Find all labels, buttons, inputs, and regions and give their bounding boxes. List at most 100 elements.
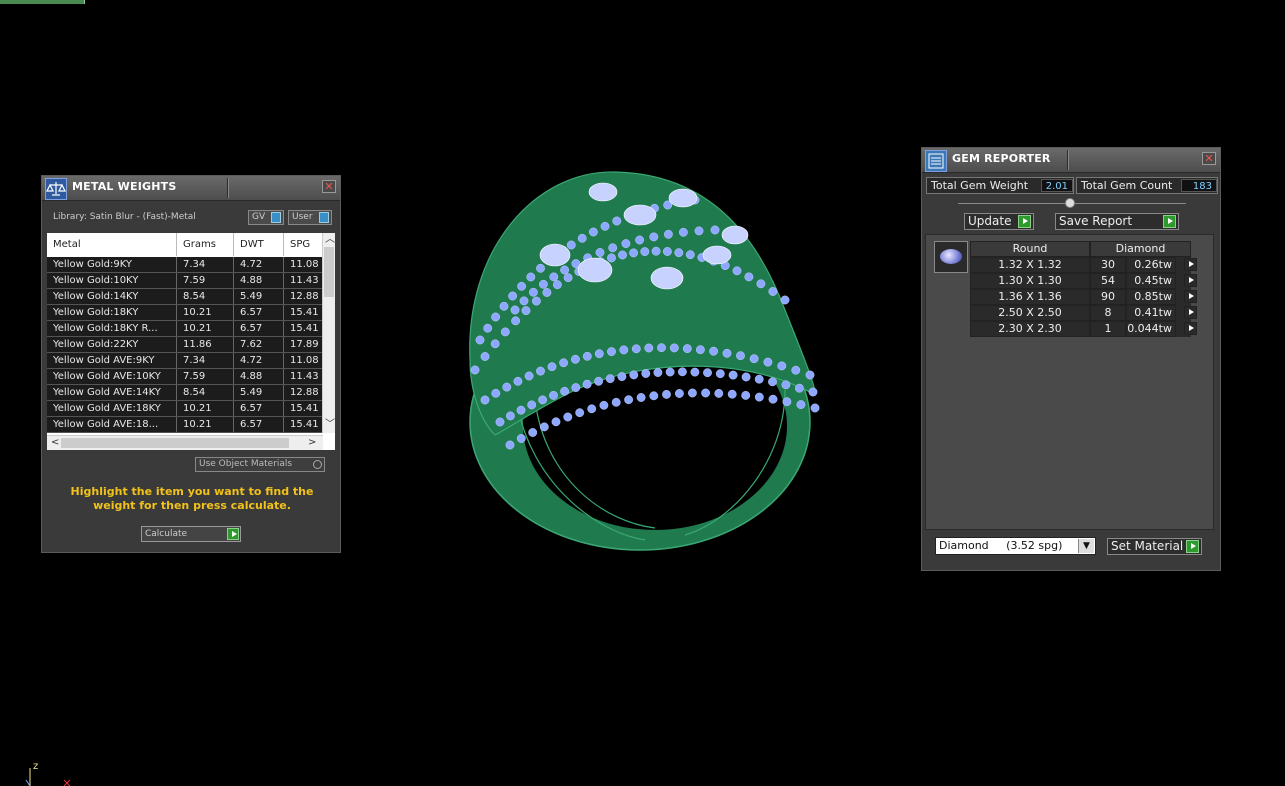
- select-gem-button[interactable]: [1176, 305, 1197, 321]
- play-icon[interactable]: [1186, 540, 1199, 553]
- ring-3d-model[interactable]: [455, 160, 835, 555]
- table-row[interactable]: Yellow Gold AVE:14KY 8.54 5.49 12.88: [47, 385, 329, 401]
- col-grams[interactable]: Grams: [177, 233, 234, 256]
- pave-stone: [560, 265, 570, 275]
- play-icon[interactable]: [1183, 274, 1197, 287]
- pave-stone: [526, 272, 536, 282]
- shape-header: Round: [970, 241, 1090, 257]
- pave-stone: [781, 380, 791, 390]
- scroll-thumb[interactable]: [324, 247, 334, 297]
- pave-stone: [722, 348, 732, 358]
- cell-grams: 10.21: [177, 321, 234, 336]
- material-select[interactable]: Diamond (3.52 spg) ▼: [935, 537, 1096, 555]
- cell-grams: 7.34: [177, 257, 234, 272]
- cell-dwt: 7.62: [234, 337, 284, 352]
- select-gem-button[interactable]: [1176, 257, 1197, 273]
- pave-stone: [619, 345, 629, 355]
- hint-text-body: Highlight the item you want to find the …: [70, 485, 314, 512]
- scroll-up-icon[interactable]: ︿: [325, 234, 335, 246]
- pave-stone: [575, 408, 585, 418]
- calculate-label: Calculate: [145, 529, 188, 539]
- pave-stone: [571, 354, 580, 364]
- close-icon[interactable]: ✕: [322, 180, 336, 193]
- user-toggle[interactable]: User: [288, 210, 332, 225]
- table-row[interactable]: Yellow Gold AVE:9KY 7.34 4.72 11.08: [47, 353, 329, 369]
- pave-stone: [600, 221, 610, 231]
- pave-stone: [791, 365, 801, 375]
- horizontal-scrollbar[interactable]: < >: [47, 435, 323, 450]
- update-button[interactable]: Update: [964, 213, 1034, 230]
- pave-stone: [768, 377, 777, 387]
- pave-stone: [709, 346, 719, 356]
- pave-stone: [491, 388, 501, 398]
- gem-reporter-titlebar[interactable]: GEM REPORTER ✕: [922, 148, 1220, 173]
- table-row[interactable]: Yellow Gold:22KY 11.86 7.62 17.89: [47, 337, 329, 353]
- pave-stone: [701, 388, 711, 398]
- table-row[interactable]: Yellow Gold:14KY 8.54 5.49 12.88: [47, 289, 329, 305]
- use-object-materials-toggle[interactable]: Use Object Materials: [195, 457, 325, 472]
- scroll-down-icon[interactable]: ﹀: [325, 419, 335, 431]
- scroll-left-icon[interactable]: <: [51, 437, 59, 449]
- calculate-button[interactable]: Calculate: [141, 526, 241, 542]
- select-gem-button[interactable]: [1176, 289, 1197, 305]
- gem-weight: 0.26tw: [1126, 257, 1176, 273]
- round-gem-icon[interactable]: [934, 241, 968, 273]
- play-icon[interactable]: [227, 528, 239, 540]
- scroll-thumb[interactable]: [61, 438, 289, 448]
- metal-table[interactable]: Metal Grams DWT SPG Yellow Gold:9KY 7.34 4…: [47, 233, 335, 450]
- play-icon[interactable]: [1183, 306, 1197, 319]
- play-icon[interactable]: [1163, 215, 1176, 228]
- pave-stone: [618, 250, 627, 260]
- radio-icon[interactable]: [313, 460, 322, 469]
- pave-stone: [796, 400, 806, 410]
- play-icon[interactable]: [1183, 258, 1197, 271]
- pave-stone: [532, 296, 541, 306]
- pave-stone: [551, 417, 561, 427]
- select-gem-button[interactable]: [1176, 321, 1197, 337]
- pave-stone: [754, 392, 764, 402]
- table-row[interactable]: Yellow Gold AVE:18... 10.21 6.57 15.41: [47, 417, 329, 433]
- pave-stone: [710, 225, 720, 235]
- gem-weight: 0.044tw: [1126, 321, 1176, 337]
- panel-slider[interactable]: [958, 198, 1186, 208]
- top-strip: [0, 0, 85, 4]
- set-material-button[interactable]: Set Material: [1107, 538, 1202, 555]
- pave-stone: [768, 394, 778, 404]
- gem-weight: 0.41tw: [1126, 305, 1176, 321]
- table-row[interactable]: Yellow Gold:9KY 7.34 4.72 11.08: [47, 257, 329, 273]
- pave-stone: [629, 248, 639, 258]
- slider-knob[interactable]: [1065, 198, 1075, 208]
- pave-stone: [553, 280, 562, 290]
- pave-stone: [657, 343, 666, 353]
- play-icon[interactable]: [1018, 215, 1031, 228]
- table-row[interactable]: Yellow Gold:18KY 10.21 6.57 15.41: [47, 305, 329, 321]
- cell-grams: 10.21: [177, 417, 234, 432]
- save-report-button[interactable]: Save Report: [1055, 213, 1179, 230]
- metal-weights-titlebar[interactable]: METAL WEIGHTS ✕: [42, 176, 340, 201]
- cell-dwt: 6.57: [234, 305, 284, 320]
- table-row[interactable]: Yellow Gold AVE:18KY 10.21 6.57 15.41: [47, 401, 329, 417]
- scroll-right-icon[interactable]: >: [308, 437, 316, 449]
- pave-stone: [640, 247, 650, 257]
- play-icon[interactable]: [1183, 290, 1197, 303]
- table-row[interactable]: Yellow Gold AVE:10KY 7.59 4.88 11.43: [47, 369, 329, 385]
- pave-stone: [794, 383, 804, 393]
- col-dwt[interactable]: DWT: [234, 233, 284, 256]
- vertical-scrollbar[interactable]: ︿ ﹀: [322, 233, 335, 433]
- cell-metal: Yellow Gold:22KY: [47, 337, 177, 352]
- pave-stone: [559, 358, 569, 368]
- pave-stone: [571, 383, 581, 393]
- select-gem-button[interactable]: [1176, 273, 1197, 289]
- table-row[interactable]: Yellow Gold:18KY R... 10.21 6.57 15.41: [47, 321, 329, 337]
- close-icon[interactable]: ✕: [1202, 152, 1216, 165]
- pave-stone: [621, 239, 631, 249]
- col-metal[interactable]: Metal: [47, 233, 177, 256]
- chevron-down-icon[interactable]: ▼: [1078, 539, 1094, 553]
- gv-toggle[interactable]: GV: [248, 210, 284, 225]
- material-header: Diamond: [1090, 241, 1191, 257]
- play-icon[interactable]: [1183, 322, 1197, 335]
- pave-stone: [653, 368, 663, 377]
- pave-stone: [631, 344, 641, 354]
- cell-metal: Yellow Gold AVE:18KY: [47, 401, 177, 416]
- table-row[interactable]: Yellow Gold:10KY 7.59 4.88 11.43: [47, 273, 329, 289]
